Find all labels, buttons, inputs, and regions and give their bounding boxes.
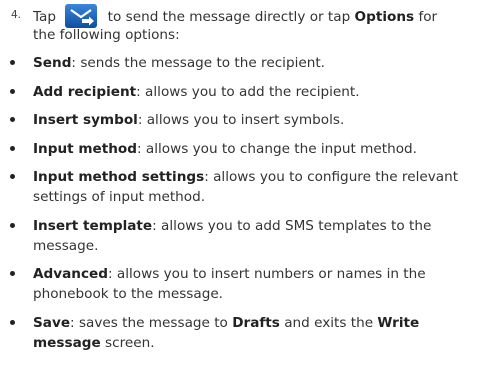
option-term: Save [33,314,71,331]
list-item-input-method: Input method: allows you to change the i… [0,139,497,159]
options-list: Send: sends the message to the recipient… [0,53,497,361]
list-item-send: Send: sends the message to the recipient… [0,53,497,73]
bullet-dot [10,319,15,325]
bullet-dot [10,174,15,179]
options-label: Options [354,9,415,25]
step-text-tap: Tap [33,9,57,25]
option-desc: : allows you to insert numbers or names … [107,266,426,282]
option-term: Add recipient [33,83,137,100]
step-text-after-icon: to send the message directly or tap [107,9,351,25]
option-term: Input method [33,140,138,157]
step-number: 4. [11,9,22,21]
step-instruction-line-2: the following options: [33,27,180,43]
list-item-insert-template: Insert template: allows you to add SMS t… [0,216,497,256]
option-term: Send [33,55,72,71]
bullet-dot [10,145,15,151]
option-desc: : allows you to insert symbols. [137,112,345,128]
list-item-save: Save: saves the message to Drafts and ex… [0,313,497,353]
bullet-dot [10,88,15,94]
option-desc-cont: settings of input method. [33,189,206,205]
bullet-dot [10,271,15,276]
option-desc: : allows you to add the recipient. [136,83,360,100]
list-item-insert-symbol: Insert symbol: allows you to insert symb… [0,110,497,130]
list-item-add-recipient: Add recipient: allows you to add the rec… [0,82,497,102]
option-term: Insert symbol [33,112,138,128]
option-term: Input method settings [33,169,205,185]
option-desc-c: screen. [105,334,155,351]
option-desc: : sends the message to the recipient. [71,55,325,71]
bullet-dot [10,60,15,65]
list-item-advanced: Advanced: allows you to insert numbers o… [0,264,497,304]
option-desc: : allows you to change the input method. [137,140,417,157]
bullet-dot [10,117,15,122]
drafts-term: Drafts [232,314,280,331]
option-term: Insert template [33,217,153,234]
option-desc-cont: phonebook to the message. [33,286,224,302]
option-desc: : allows you to add SMS templates to the [152,217,432,234]
option-term: Advanced [33,266,108,282]
message-term: message [33,334,101,351]
option-desc: : saves the message to [70,314,228,331]
option-desc-cont: message. [33,237,99,254]
option-desc-b: and exits the [284,314,374,331]
write-term: Write [377,314,420,331]
manual-page: 4. Tap to send the message directly or t… [0,0,497,389]
step-text-for: for [418,9,438,25]
bullet-dot [10,222,15,228]
list-item-input-method-settings: Input method settings: allows you to con… [0,167,497,207]
option-desc: : allows you to configure the relevant [204,169,459,185]
